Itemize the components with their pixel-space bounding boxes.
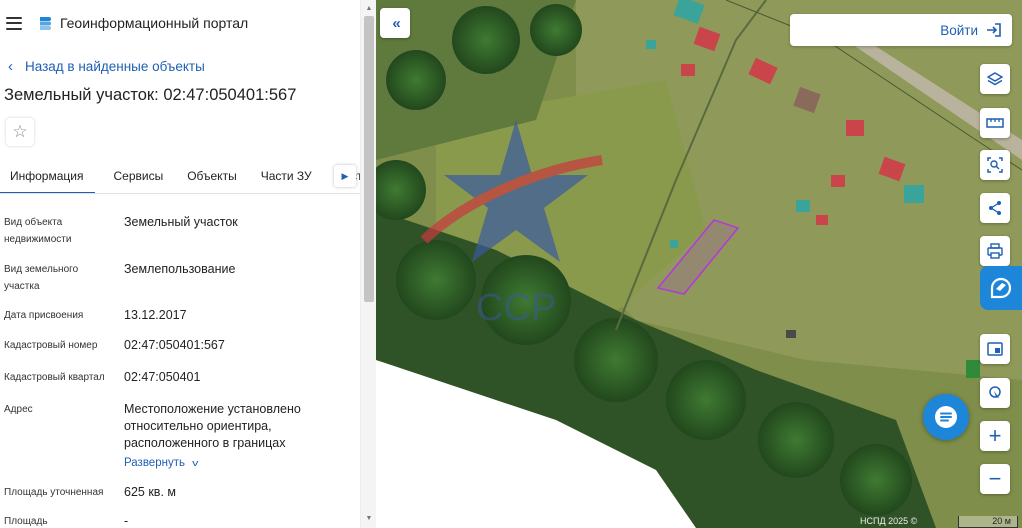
map-scale-bar: 20 м	[958, 516, 1018, 528]
satellite-imagery: ССР	[376, 0, 1022, 528]
property-value: -	[124, 514, 129, 528]
tab-parts[interactable]: Части ЗУ	[255, 158, 318, 193]
svg-text:ССР: ССР	[476, 287, 556, 329]
collapse-panel-button[interactable]: «	[380, 8, 410, 38]
login-label: Войти	[940, 22, 978, 38]
property-key: Вид объекта недвижимости	[4, 217, 72, 245]
tab-services[interactable]: Сервисы	[107, 158, 169, 193]
property-key: Площадь уточненная	[4, 487, 104, 498]
favorite-star-icon[interactable]: ☆	[6, 118, 34, 146]
login-button[interactable]: Войти	[790, 14, 1012, 46]
share-icon	[989, 201, 1001, 215]
geolocate-button[interactable]	[980, 378, 1010, 408]
zoom-in-button[interactable]: +	[980, 421, 1010, 451]
chat-icon	[935, 406, 957, 428]
scroll-up-icon[interactable]: ▲	[361, 2, 376, 16]
portal-title: Геоинформационный портал	[60, 15, 249, 31]
scroll-thumb[interactable]	[364, 16, 374, 302]
tab-info[interactable]: Информация	[0, 158, 96, 193]
property-key: Кадастровый номер	[4, 340, 98, 351]
zoom-out-button[interactable]: −	[980, 464, 1010, 494]
assistant-logo-button[interactable]	[980, 266, 1022, 310]
assistant-logo-icon	[990, 277, 1012, 299]
tabs-scroll-right-icon[interactable]: ▶	[334, 165, 356, 187]
property-value: 02:47:050401	[124, 370, 201, 384]
scale-label: 20 м	[992, 516, 1011, 526]
property-value: Земельный участок	[124, 215, 238, 229]
info-tabs: Информация Сервисы Объекты Части ЗУ Сост…	[0, 158, 360, 194]
select-area-button[interactable]	[980, 150, 1010, 180]
panel-scrollbar[interactable]: ▲ ▼	[360, 0, 376, 528]
plus-icon: +	[988, 423, 1002, 448]
tab-objects[interactable]: Объекты	[181, 158, 243, 193]
measure-button[interactable]	[980, 108, 1010, 138]
property-value: 02:47:050401:567	[124, 338, 225, 352]
map-view[interactable]: ССР « Войти + − НСПД 2025 © 20 м	[376, 0, 1022, 528]
chat-button[interactable]	[923, 394, 969, 440]
map-copyright: НСПД 2025 ©	[860, 516, 918, 526]
property-key: Вид земельного участка	[4, 264, 79, 292]
print-button[interactable]	[980, 236, 1010, 266]
share-button[interactable]	[980, 193, 1010, 223]
chevron-down-icon: v	[192, 458, 199, 468]
login-icon	[987, 23, 1001, 37]
layers-button[interactable]	[980, 64, 1010, 94]
property-key: Адрес	[4, 404, 33, 415]
portal-logo-icon	[40, 17, 51, 30]
property-key: Площадь	[4, 516, 48, 527]
select-area-icon	[987, 157, 1003, 173]
menu-icon[interactable]	[6, 16, 22, 30]
basemap-button[interactable]	[980, 334, 1010, 364]
property-value: 625 кв. м	[124, 485, 176, 499]
layers-icon	[987, 72, 1003, 86]
property-key: Кадастровый квартал	[4, 372, 105, 383]
ruler-icon	[986, 118, 1004, 128]
chevron-left-icon: ‹	[8, 57, 13, 75]
property-value: Землепользование	[124, 262, 236, 276]
back-link-label: Назад в найденные объекты	[25, 58, 205, 74]
back-to-results-link[interactable]: ‹ Назад в найденные объекты	[0, 46, 360, 86]
print-icon	[987, 243, 1003, 259]
expand-address-link[interactable]: Развернуть v	[124, 457, 199, 469]
geolocate-icon	[989, 386, 1001, 398]
info-panel: Геоинформационный портал ‹ Назад в найде…	[0, 0, 376, 528]
property-value: Местоположение установлено относительно …	[124, 402, 301, 450]
object-title: Земельный участок: 02:47:050401:567	[4, 86, 297, 104]
panel-header: Геоинформационный портал	[0, 0, 360, 46]
property-value: 13.12.2017	[124, 308, 187, 322]
minus-icon: −	[988, 466, 1002, 491]
property-key: Дата присвоения	[4, 310, 84, 321]
expand-label: Развернуть	[124, 457, 185, 469]
double-chevron-left-icon: «	[392, 14, 401, 32]
basemap-icon	[987, 342, 1003, 356]
scroll-down-icon[interactable]: ▼	[361, 512, 376, 526]
